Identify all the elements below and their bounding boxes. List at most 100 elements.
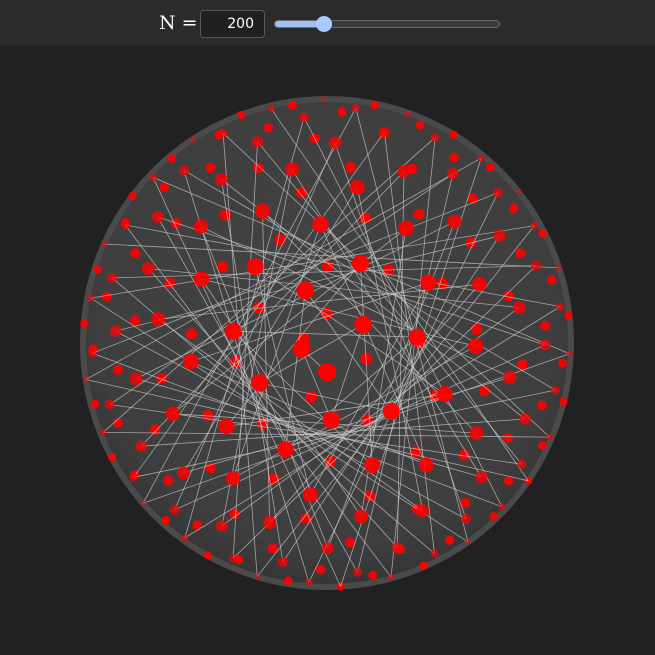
- sphere-point-back: [471, 323, 483, 335]
- sphere-point-front: [181, 534, 189, 542]
- sphere-point-front: [190, 136, 197, 143]
- sphere-point-front: [493, 229, 506, 242]
- sphere-viewport[interactable]: [0, 47, 655, 655]
- sphere-point-back: [370, 100, 379, 110]
- sphere-point-front: [322, 411, 340, 429]
- sphere-point-back: [536, 400, 547, 411]
- sphere-point-front: [216, 520, 228, 532]
- sphere-point-back: [316, 564, 326, 575]
- sphere-point-back: [419, 561, 428, 570]
- sphere-point-front: [460, 513, 472, 525]
- sphere-point-front: [354, 509, 369, 524]
- sphere-point-back: [80, 319, 89, 328]
- sphere-point-front: [224, 322, 242, 340]
- sphere-point-front: [475, 470, 488, 484]
- sphere-point-front: [152, 211, 164, 223]
- sphere-point-back: [449, 130, 458, 139]
- sphere-point-front: [251, 136, 264, 148]
- sphere-point-back: [445, 535, 455, 545]
- sphere-point-back: [538, 441, 547, 450]
- sphere-point-front: [225, 470, 241, 486]
- sphere-point-front: [465, 539, 471, 545]
- slider-thumb[interactable]: [315, 16, 332, 32]
- sphere-point-back: [237, 110, 246, 120]
- sphere-point-back: [502, 432, 513, 443]
- sphere-point-front: [539, 339, 551, 351]
- sphere-point-front: [267, 105, 275, 113]
- sphere-point-front: [129, 372, 143, 385]
- sphere-point-front: [83, 376, 89, 383]
- sphere-point-back: [253, 162, 264, 174]
- sphere-point-front: [420, 274, 437, 291]
- sphere-point-front: [312, 216, 329, 233]
- sphere-point-front: [398, 220, 414, 237]
- sphere-point-front: [169, 504, 180, 515]
- sphere-point-front: [430, 133, 440, 143]
- fibonacci-sphere-canvas[interactable]: [0, 47, 655, 655]
- sphere-point-front: [555, 265, 562, 271]
- sphere-point-front: [447, 214, 462, 229]
- sphere-point-back: [185, 328, 198, 340]
- sphere-point-front: [305, 578, 313, 586]
- sphere-point-back: [205, 462, 217, 474]
- sphere-point-front: [178, 165, 189, 176]
- sphere-point-front: [350, 180, 365, 195]
- sphere-point-back: [113, 364, 123, 375]
- sphere-point-front: [387, 573, 395, 581]
- sphere-point-front: [321, 542, 334, 555]
- sphere-point-front: [354, 315, 373, 334]
- sphere-point-back: [559, 397, 568, 406]
- sphere-point-front: [107, 272, 118, 283]
- sphere-point-front: [397, 164, 411, 178]
- sphere-point-front: [391, 542, 403, 554]
- n-count-input[interactable]: [200, 10, 265, 38]
- sphere-point-front: [193, 271, 210, 287]
- sphere-point-front: [277, 556, 288, 567]
- sphere-point-front: [215, 172, 228, 186]
- sphere-point-front: [228, 553, 238, 563]
- sphere-point-front: [519, 413, 531, 425]
- sphere-point-front: [517, 459, 527, 469]
- sphere-point-front: [182, 353, 199, 370]
- sphere-point-back: [161, 516, 171, 525]
- sphere-point-front: [416, 504, 430, 518]
- sphere-point-back: [108, 453, 117, 462]
- sphere-point-front: [530, 260, 542, 271]
- sphere-point-front: [250, 374, 269, 392]
- sphere-point-back: [337, 107, 347, 117]
- sphere-point-back: [93, 265, 102, 274]
- sphere-point-back: [128, 191, 137, 201]
- sphere-point-front: [218, 128, 228, 138]
- sphere-point-back: [205, 162, 216, 173]
- sphere-point-front: [555, 302, 565, 311]
- sphere-point-back: [345, 162, 356, 173]
- sphere-point-front: [472, 276, 487, 292]
- sphere-point-front: [254, 203, 271, 219]
- sphere-point-back: [90, 399, 100, 409]
- sphere-point-back: [167, 154, 177, 163]
- sphere-point-back: [288, 101, 297, 110]
- sphere-point-front: [512, 301, 526, 314]
- sphere-point-front: [515, 188, 521, 194]
- sphere-point-front: [492, 188, 503, 198]
- sphere-point-front: [104, 399, 115, 410]
- n-count-slider[interactable]: [274, 15, 500, 33]
- sphere-point-front: [129, 473, 138, 482]
- sphere-point-front: [430, 549, 439, 558]
- slider-fill: [275, 21, 320, 27]
- sphere-point-back: [263, 122, 274, 133]
- sphere-point-front: [404, 110, 411, 118]
- sphere-point-back: [102, 292, 112, 302]
- sphere-point-back: [415, 120, 425, 130]
- sphere-point-front: [436, 386, 453, 403]
- sphere-point-front: [254, 573, 260, 580]
- sphere-point-front: [469, 426, 484, 441]
- sphere-point-front: [299, 112, 309, 123]
- sphere-point-back: [540, 320, 551, 331]
- n-label: N =: [159, 12, 198, 34]
- sphere-point-front: [135, 440, 147, 452]
- sphere-point-front: [447, 168, 459, 180]
- sphere-point-front: [467, 338, 484, 354]
- sphere-point-front: [566, 350, 573, 357]
- sphere-point-back: [558, 358, 568, 368]
